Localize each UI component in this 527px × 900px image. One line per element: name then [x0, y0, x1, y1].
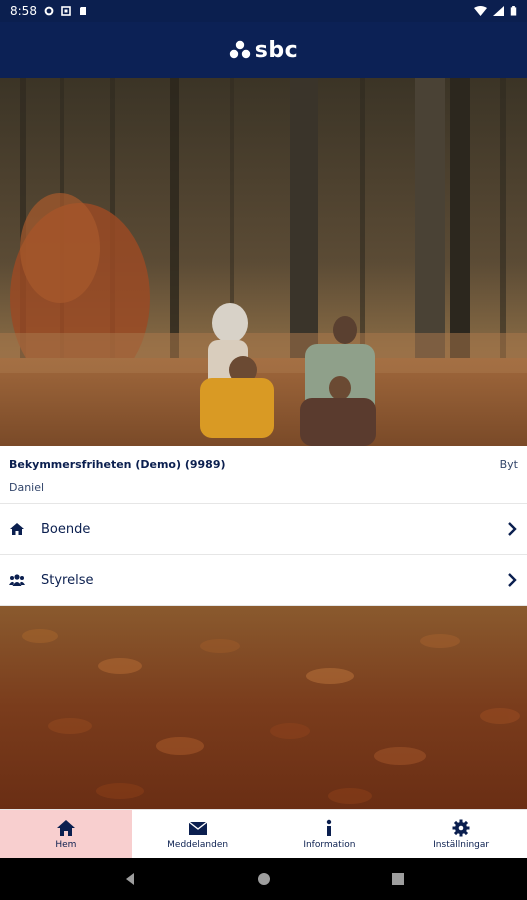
chevron-right-icon [508, 522, 517, 536]
back-icon[interactable] [123, 872, 137, 886]
app-header: sbc [0, 22, 527, 78]
menu-item-styrelse[interactable]: Styrelse [0, 555, 527, 606]
settings-icon [44, 6, 54, 16]
battery-icon [510, 6, 517, 16]
home-button-icon[interactable] [257, 872, 271, 886]
home-icon [10, 523, 24, 535]
hero-image [0, 78, 527, 446]
chevron-right-icon [508, 573, 517, 587]
tab-information[interactable]: Information [264, 810, 396, 859]
sbc-logo: sbc [229, 38, 298, 63]
users-icon [9, 574, 25, 586]
recents-icon[interactable] [391, 872, 405, 886]
envelope-icon [188, 821, 208, 835]
tab-label: Meddelanden [167, 840, 229, 850]
tab-installningar[interactable]: Inställningar [395, 810, 527, 859]
tab-meddelanden[interactable]: Meddelanden [132, 810, 264, 859]
tab-label: Hem [55, 840, 77, 850]
forest-family-photo [0, 78, 527, 446]
association-name: Bekymmersfriheten (Demo) (9989) [9, 458, 226, 471]
logo-mark-icon [229, 40, 250, 59]
bottom-navigation: Hem Meddelanden Information Inställninga… [0, 809, 527, 859]
menu-item-label: Styrelse [41, 572, 94, 588]
home-icon [56, 820, 75, 836]
user-name: Daniel [9, 481, 45, 494]
tab-label: Inställningar [433, 840, 490, 850]
signal-icon [493, 6, 504, 16]
logo-text: sbc [254, 37, 299, 63]
status-time: 8:58 [10, 4, 37, 18]
autumn-leaves-image [0, 606, 527, 809]
wifi-icon [474, 6, 487, 16]
info-icon [327, 819, 332, 836]
tab-hem[interactable]: Hem [0, 810, 132, 859]
gear-icon [452, 819, 470, 837]
switch-association-button[interactable]: Byt [500, 458, 518, 471]
menu-item-boende[interactable]: Boende [0, 504, 527, 555]
system-navigation-bar [0, 858, 527, 900]
menu-item-label: Boende [41, 521, 91, 537]
tab-label: Information [303, 840, 356, 850]
association-card: Bekymmersfriheten (Demo) (9989) Daniel B… [0, 446, 527, 504]
status-bar: 8:58 [0, 0, 527, 22]
sd-card-icon [79, 7, 86, 15]
leaves-photo [0, 606, 527, 809]
notification-icon [61, 6, 71, 16]
